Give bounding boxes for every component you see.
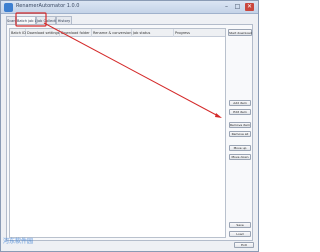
column-header-job-status[interactable]: Job status xyxy=(132,29,174,37)
remove-item-button[interactable]: Remove item xyxy=(229,122,251,128)
title-bar[interactable]: RenamerAutomator 1.0.0 – □ ✕ xyxy=(1,1,258,14)
start-download-button[interactable]: Start download xyxy=(228,29,252,36)
batch-job-panel: Batch ID Download settings Download fold… xyxy=(6,24,253,241)
minimize-button[interactable]: – xyxy=(222,3,231,11)
exit-button[interactable]: Exit xyxy=(234,242,254,248)
save-button[interactable]: Save xyxy=(229,222,251,228)
column-header-progress[interactable]: Progress xyxy=(174,29,225,37)
watermark-logo: 河东软件园 xyxy=(3,238,34,245)
app-window: RenamerAutomator 1.0.0 – □ ✕ Scan Batch … xyxy=(0,0,259,252)
table-header: Batch ID Download settings Download fold… xyxy=(10,29,225,37)
column-header-download-settings[interactable]: Download settings xyxy=(26,29,60,37)
close-button[interactable]: ✕ xyxy=(245,3,254,11)
column-header-rename-conversion[interactable]: Rename & conversion xyxy=(92,29,132,37)
window-title: RenamerAutomator 1.0.0 xyxy=(16,3,80,9)
remove-all-button[interactable]: Remove all xyxy=(229,131,251,137)
load-button[interactable]: Load xyxy=(229,231,251,237)
edit-item-button[interactable]: Edit item xyxy=(229,109,251,115)
move-down-button[interactable]: Move down xyxy=(229,154,251,160)
add-item-button[interactable]: Add item xyxy=(229,100,251,106)
column-header-batch-id[interactable]: Batch ID xyxy=(10,29,26,37)
app-icon xyxy=(4,3,13,12)
column-header-download-folder[interactable]: Download folder xyxy=(60,29,92,37)
maximize-button[interactable]: □ xyxy=(233,3,242,11)
move-up-button[interactable]: Move up xyxy=(229,145,251,151)
batch-job-table[interactable]: Batch ID Download settings Download fold… xyxy=(9,28,226,238)
